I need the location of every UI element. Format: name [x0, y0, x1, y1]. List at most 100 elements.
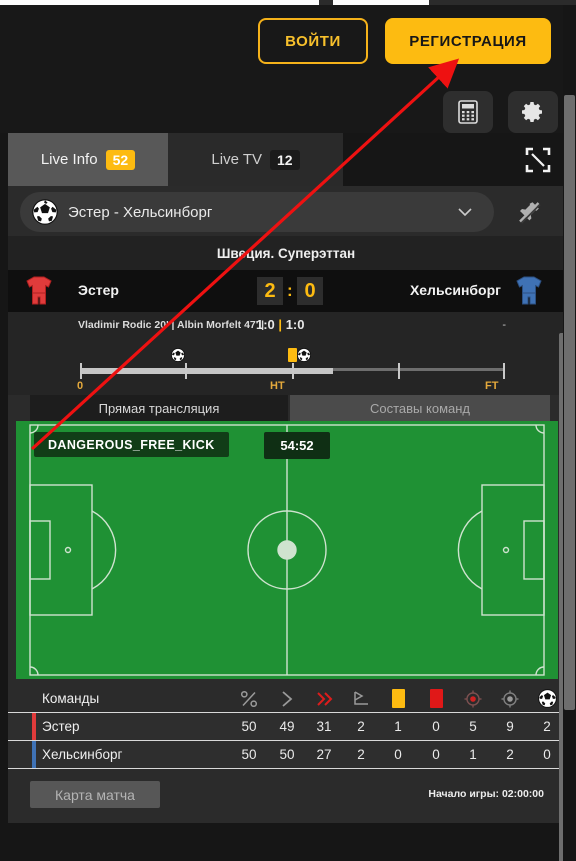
period-score-2: 1:0	[285, 317, 305, 332]
shot-on-target-icon	[456, 685, 490, 712]
cell-yellow-cards: 0	[394, 747, 402, 762]
pin-button[interactable]	[514, 197, 544, 227]
calculator-button[interactable]	[443, 91, 493, 133]
pitch-event-badge: DANGEROUS_FREE_KICK	[34, 432, 229, 457]
panel-footer: Карта матча Начало игры: 02:00:00	[8, 769, 564, 823]
timeline-goal-icon-2	[297, 348, 311, 362]
table-row[interactable]: Эстер 50 49 31 2 1 0 5 9 2	[8, 713, 564, 741]
match-map-button[interactable]: Карта матча	[30, 781, 160, 808]
corner-flag-icon	[344, 685, 378, 712]
football-pitch[interactable]: DANGEROUS_FREE_KICK 54:52	[16, 421, 558, 679]
league-title: Швеция. Суперэттан	[8, 236, 564, 270]
red-card-icon	[419, 685, 453, 712]
percent-icon	[232, 685, 266, 712]
away-scorers-text: -	[502, 319, 506, 331]
pitch-clock: 54:52	[264, 432, 330, 459]
chevron-right-icon	[270, 685, 304, 712]
timeline-tick-start	[80, 363, 82, 379]
live-panel: Live Info 52 Live TV 12 Эстер - Хельсинб…	[8, 133, 567, 861]
tab-live-info[interactable]: Live Info 52	[8, 133, 168, 186]
timeline-tick-ht	[292, 363, 294, 379]
scorers-text: Vladimir Rodic 20' | Albin Morfelt 47' |	[78, 319, 265, 331]
timeline-tick-q1	[185, 363, 187, 379]
cell-attacks: 49	[279, 719, 295, 734]
period-scores: 1:0 | 1:0	[256, 317, 304, 332]
cell-dangerous-attacks: 31	[316, 719, 332, 734]
calculator-icon	[458, 100, 478, 124]
stats-table: Команды Эстер 50 49 31 2 1 0 5 9 2 Хельс…	[8, 683, 564, 769]
cell-possession: 50	[241, 747, 257, 762]
pitch-markings	[29, 424, 545, 676]
row-team-color-bar	[32, 741, 36, 768]
away-team-name: Хельсинборг	[409, 282, 501, 298]
timeline-label-start: 0	[77, 380, 84, 392]
timeline-progress	[80, 368, 333, 374]
timeline-yellow-card-icon	[288, 348, 297, 362]
cell-red-cards: 0	[432, 747, 440, 762]
match-select-value: Эстер - Хельсинборг	[68, 203, 213, 221]
jersey-red-icon	[26, 276, 52, 305]
register-button[interactable]: РЕГИСТРАЦИЯ	[385, 18, 551, 64]
settings-button[interactable]	[508, 91, 558, 133]
timeline-label-ht: HT	[270, 380, 285, 392]
page-scrollbar[interactable]	[563, 5, 576, 861]
cell-corners: 2	[357, 719, 365, 734]
gear-icon	[522, 102, 542, 122]
jersey-blue-icon	[516, 276, 542, 305]
scorers-row: Vladimir Rodic 20' | Albin Morfelt 47' |…	[8, 312, 564, 340]
match-timeline: 0 HT FT	[8, 340, 564, 395]
score-separator: :	[287, 281, 293, 300]
home-score: 2	[257, 277, 283, 305]
away-score: 0	[297, 277, 323, 305]
tab-bar: Live Info 52 Live TV 12	[8, 133, 564, 186]
pitch-container: DANGEROUS_FREE_KICK 54:52	[8, 421, 564, 683]
site-header: ВОЙТИ РЕГИСТРАЦИЯ	[0, 5, 570, 133]
shot-off-target-icon	[493, 685, 527, 712]
cell-dangerous-attacks: 27	[316, 747, 332, 762]
fullscreen-button[interactable]	[524, 146, 552, 174]
row-team-color-bar	[32, 713, 36, 740]
period-score-separator: |	[278, 317, 283, 332]
cell-attacks: 50	[279, 747, 295, 762]
row-team-name: Хельсинборг	[42, 747, 123, 762]
tab-live-tv[interactable]: Live TV 12	[168, 133, 343, 186]
app-root: ВОЙТИ РЕГИСТРАЦИЯ Live Info 52 Live TV 1…	[0, 0, 576, 861]
timeline-goal-icon-1	[171, 348, 185, 362]
tab-live-tv-badge: 12	[270, 149, 300, 170]
tab-live-tv-label: Live TV	[211, 151, 262, 168]
cell-shots-off-target: 9	[506, 719, 514, 734]
page-scrollbar-thumb[interactable]	[564, 95, 575, 710]
timeline-tick-q3	[398, 363, 400, 379]
double-chevron-right-red-icon	[307, 685, 341, 712]
home-team-name: Эстер	[78, 282, 119, 298]
login-button[interactable]: ВОЙТИ	[258, 18, 368, 64]
cell-corners: 2	[357, 747, 365, 762]
start-time-label: Начало игры: 02:00:00	[428, 788, 544, 800]
match-select[interactable]: Эстер - Хельсинборг	[20, 192, 494, 232]
tab-lineups[interactable]: Составы команд	[290, 395, 550, 421]
chevron-down-icon	[458, 208, 472, 217]
yellow-card-icon	[381, 685, 415, 712]
tab-live-stream[interactable]: Прямая трансляция	[30, 395, 288, 421]
timeline-tick-ft	[503, 363, 505, 379]
tab-live-info-label: Live Info	[40, 151, 98, 168]
table-row[interactable]: Хельсинборг 50 50 27 2 0 0 1 2 0	[8, 741, 564, 769]
cell-possession: 50	[241, 719, 257, 734]
timeline-label-ft: FT	[485, 380, 499, 392]
cell-shots-on-target: 5	[469, 719, 477, 734]
pin-off-icon	[519, 202, 541, 224]
cell-shots-off-target: 2	[506, 747, 514, 762]
cell-red-cards: 0	[432, 719, 440, 734]
fullscreen-icon	[525, 147, 551, 173]
row-team-name: Эстер	[42, 719, 80, 734]
period-score-1: 1:0	[256, 317, 275, 332]
scoreboard: Эстер 2 : 0 Хельсинборг	[8, 270, 564, 312]
stats-header-row: Команды	[8, 685, 564, 713]
cell-yellow-cards: 1	[394, 719, 402, 734]
stream-tab-bar: Прямая трансляция Составы команд	[8, 395, 564, 421]
stats-header-label: Команды	[42, 691, 100, 706]
cell-shots-on-target: 1	[469, 747, 477, 762]
tab-live-info-badge: 52	[105, 149, 136, 170]
football-icon	[32, 199, 58, 225]
match-selector-row: Эстер - Хельсинборг	[8, 186, 564, 236]
